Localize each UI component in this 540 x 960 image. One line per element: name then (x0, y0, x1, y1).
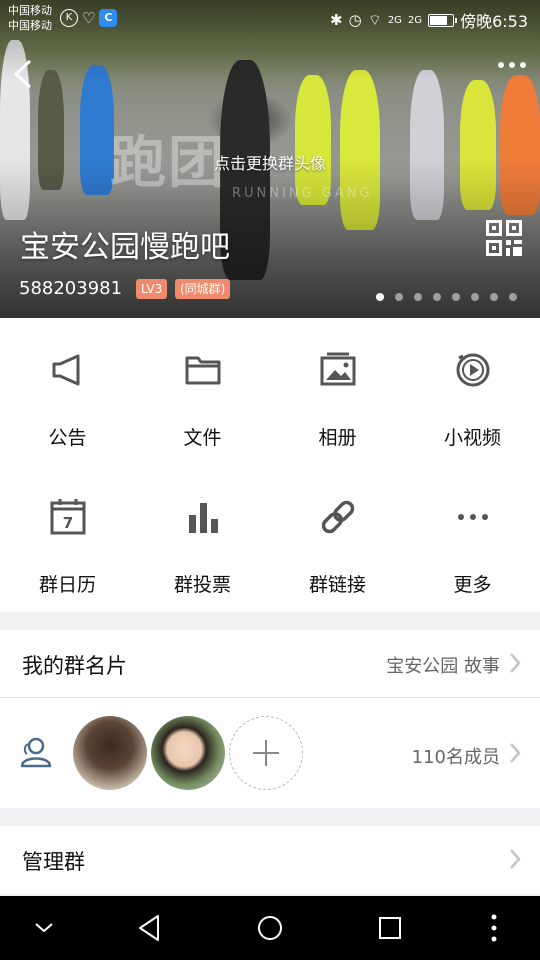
video-play-icon (456, 353, 489, 387)
page-dot (471, 293, 479, 301)
group-id: 588203981 (19, 278, 123, 299)
more-dots-icon (457, 514, 488, 520)
manage-group-row[interactable]: 管理群 (0, 826, 540, 894)
group-link-button[interactable]: 群链接 (270, 465, 405, 612)
manage-group-title: 管理群 (22, 850, 85, 874)
battery-icon (428, 13, 458, 27)
wifi-icon: ⌔ (367, 10, 382, 29)
level-badge: LV3 (136, 279, 168, 299)
change-avatar-link[interactable]: 点击更换群头像 (0, 150, 540, 174)
group-link-label: 群链接 (308, 574, 366, 596)
alarm-icon: ◷ (348, 11, 362, 29)
system-navigation-bar (0, 896, 540, 960)
qr-code-button[interactable] (486, 220, 522, 256)
back-button[interactable] (10, 58, 38, 90)
nav-back-button[interactable] (120, 896, 180, 960)
health-icon: ♡ (82, 9, 96, 27)
chevron-left-icon (13, 59, 32, 89)
page-dot (395, 293, 403, 301)
files-label: 文件 (183, 427, 222, 449)
signal-1-icon: 2G (387, 14, 402, 26)
my-group-card-value: 宝安公园 故事 (386, 656, 500, 677)
chevron-right-icon (510, 653, 521, 673)
calendar-icon: 7 (50, 499, 85, 535)
album-label: 相册 (318, 427, 357, 449)
add-member-button[interactable] (229, 716, 303, 790)
page-dot (376, 293, 384, 301)
page-dot (490, 293, 498, 301)
member-avatar[interactable] (151, 716, 225, 790)
page-dot (433, 293, 441, 301)
group-name: 宝安公园慢跑吧 (20, 230, 230, 265)
bluetooth-icon: ✱ (330, 11, 343, 29)
carrier-2: 中国移动 (8, 19, 52, 32)
status-bar: 中国移动 中国移动 K ♡ C ✱ ◷ ⌔ 2G 2G 傍晚6:53 (0, 0, 540, 36)
more-options-button[interactable] (498, 62, 526, 68)
files-button[interactable]: 文件 (135, 318, 270, 465)
qr-code-icon (486, 220, 522, 256)
group-vote-button[interactable]: 群投票 (135, 465, 270, 612)
k-app-icon: K (60, 9, 78, 27)
members-icon (20, 737, 52, 768)
short-video-label: 小视频 (443, 427, 501, 449)
photo-album-icon (320, 352, 355, 386)
notice-label: 公告 (48, 427, 87, 449)
megaphone-icon (52, 354, 79, 386)
svg-text:7: 7 (62, 514, 72, 532)
city-group-badge: (同城群) (175, 279, 231, 299)
my-group-card-title: 我的群名片 (22, 654, 127, 678)
watermark-subtext: RUNNING GANG (232, 186, 373, 201)
feature-grid: 公告 文件 相册 小视频 7 群日历 群投票 群链接 更多 (0, 318, 540, 612)
group-calendar-button[interactable]: 7 群日历 (0, 465, 135, 612)
group-calendar-label: 群日历 (38, 574, 96, 596)
nav-home-button[interactable] (240, 896, 300, 960)
my-group-card-row[interactable]: 我的群名片 宝安公园 故事 (0, 630, 540, 698)
short-video-button[interactable]: 小视频 (405, 318, 540, 465)
cover-page-indicator (376, 293, 517, 301)
notice-button[interactable]: 公告 (0, 318, 135, 465)
more-features-label: 更多 (453, 574, 492, 596)
nav-collapse-button[interactable] (14, 896, 74, 960)
nav-menu-button[interactable] (464, 896, 524, 960)
chevron-right-icon (510, 743, 521, 763)
bar-chart-icon (188, 503, 218, 533)
carrier-1: 中国移动 (8, 4, 52, 17)
chevron-right-icon (510, 849, 521, 869)
album-button[interactable]: 相册 (270, 318, 405, 465)
more-features-button[interactable]: 更多 (405, 465, 540, 612)
page-dot (414, 293, 422, 301)
link-icon (321, 500, 354, 534)
member-count: 110名成员 (411, 747, 500, 768)
member-avatar[interactable] (73, 716, 147, 790)
clock: 傍晚6:53 (460, 12, 528, 31)
signal-2-icon: 2G (407, 14, 423, 26)
nav-recents-button[interactable] (360, 896, 420, 960)
group-vote-label: 群投票 (173, 574, 231, 596)
folder-icon (185, 356, 220, 385)
page-dot (452, 293, 460, 301)
group-profile-screen: 跑团 RUNNING GANG 中国移动 中国移动 K ♡ C ✱ ◷ ⌔ 2G… (0, 0, 540, 960)
page-dot (509, 293, 517, 301)
app-notification-icon: C (99, 9, 118, 27)
